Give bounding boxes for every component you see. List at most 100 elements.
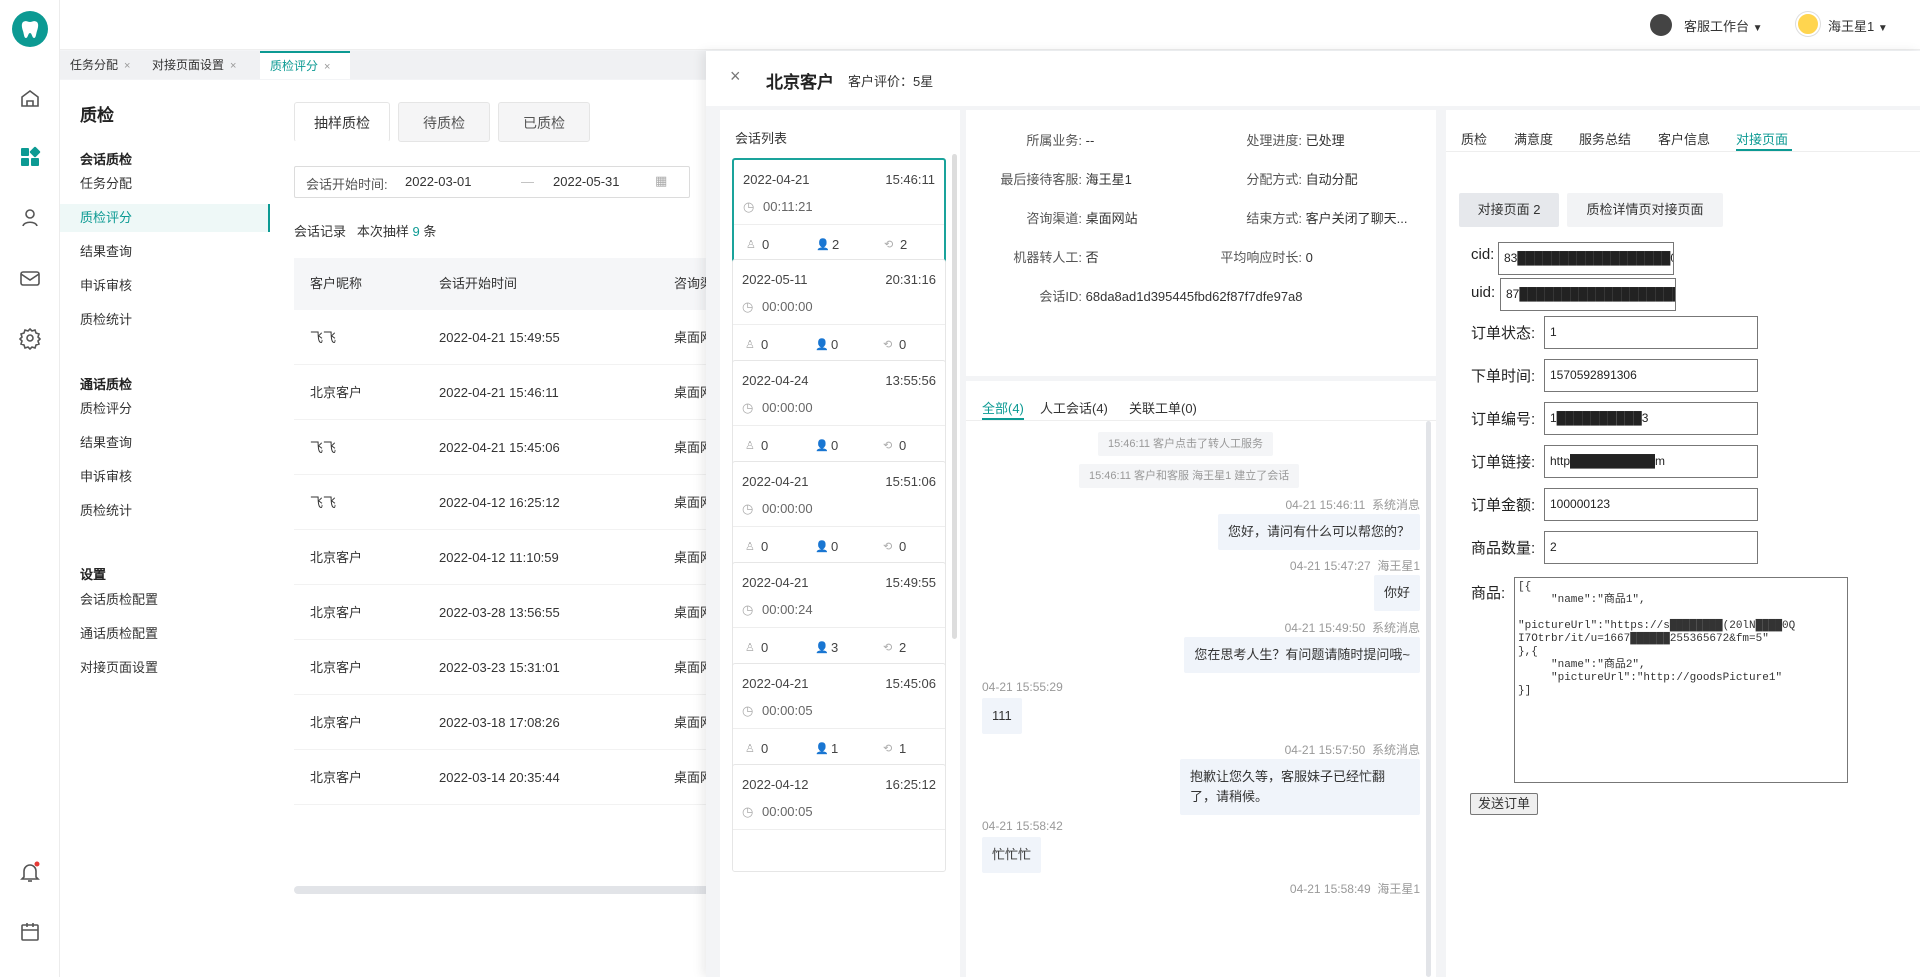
chat-tab-tickets[interactable]: 关联工单(0) xyxy=(1129,398,1197,417)
divider xyxy=(733,728,945,729)
tab-quality[interactable]: 质检 xyxy=(1461,129,1487,148)
session-date: 2022-04-21 xyxy=(742,676,809,691)
order-time-field[interactable]: 1570592891306 xyxy=(1544,359,1758,392)
date-range-picker[interactable]: 会话开始时间: 2022-03-01 — 2022-05-31 ▦ xyxy=(294,166,690,198)
page-tab-task[interactable]: 任务分配 × xyxy=(60,51,141,79)
cell-nickname: 北京客户 xyxy=(310,605,363,620)
table-row[interactable]: 飞飞 2022-04-21 15:45:06 桌面网 xyxy=(294,420,713,475)
count-agent: 2 xyxy=(832,237,840,252)
table-row[interactable]: 飞飞 2022-04-12 16:25:12 桌面网 xyxy=(294,475,713,530)
col-start-time: 会话开始时间 xyxy=(439,276,518,291)
date-separator: — xyxy=(521,174,534,189)
home-icon[interactable] xyxy=(18,86,42,110)
tab-sample[interactable]: 抽样质检 xyxy=(294,102,390,142)
msg-time: 04-21 15:55:29 xyxy=(982,680,1063,694)
calendar-icon[interactable] xyxy=(18,920,42,944)
progress-value: 已处理 xyxy=(1305,133,1345,148)
tab-done[interactable]: 已质检 xyxy=(498,102,590,142)
main-content: 抽样质检 待质检 已质检 会话开始时间: 2022-03-01 — 2022-0… xyxy=(270,80,713,977)
transfer-icon: ⟲ xyxy=(883,642,893,654)
goods-qty-field[interactable]: 2 xyxy=(1544,531,1758,564)
close-icon[interactable]: × xyxy=(730,66,741,87)
order-status-field[interactable]: 1 xyxy=(1544,316,1758,349)
table-row[interactable]: 北京客户 2022-03-18 17:08:26 桌面网 xyxy=(294,695,713,750)
menu-item-task[interactable]: 任务分配 xyxy=(80,170,270,198)
session-card[interactable]: 2022-05-11 20:31:16 ◷ 00:00:00 ♙ 👤 ⟲ 0 0 0 xyxy=(732,259,946,367)
user-menu[interactable]: 海王星1 ▼ xyxy=(1828,16,1888,35)
menu-item-call-appeal[interactable]: 申诉审核 xyxy=(80,463,270,491)
table-row[interactable]: 北京客户 2022-04-21 15:46:11 桌面网 xyxy=(294,365,713,420)
order-link-label: 订单链接: xyxy=(1471,454,1536,471)
order-link-field[interactable]: http██████████m xyxy=(1544,445,1758,478)
detail-page-button[interactable]: 质检详情页对接页面 xyxy=(1567,193,1723,227)
session-time: 15:45:06 xyxy=(885,676,936,691)
menu-item-call-result[interactable]: 结果查询 xyxy=(80,429,270,457)
msg-sender: 系统消息 xyxy=(1371,743,1420,757)
table-row[interactable]: 北京客户 2022-03-28 13:56:55 桌面网 xyxy=(294,585,713,640)
list-scrollbar[interactable] xyxy=(952,154,957,639)
app-logo[interactable] xyxy=(12,11,48,47)
bell-icon[interactable] xyxy=(18,860,42,884)
menu-item-quality-score[interactable]: 质检评分 xyxy=(60,204,270,232)
table-row[interactable]: 北京客户 2022-04-12 11:10:59 桌面网 xyxy=(294,530,713,585)
tab-pending[interactable]: 待质检 xyxy=(398,102,490,142)
order-no-field[interactable]: 1██████████3 xyxy=(1544,402,1758,435)
workspace-menu[interactable]: 客服工作台 ▼ xyxy=(1684,16,1763,35)
goods-textarea[interactable]: [{ "name":"商品1", "pictureUrl":"https://s… xyxy=(1514,577,1848,783)
page-tab-page-settings[interactable]: 对接页面设置 × xyxy=(142,51,259,79)
uid-field[interactable]: 87████████████████████be00 xyxy=(1500,278,1676,311)
resp-value: 0 xyxy=(1305,250,1313,265)
settings-icon[interactable] xyxy=(18,326,42,351)
session-card[interactable]: 2022-04-12 16:25:12 ◷ 00:00:05 xyxy=(732,764,946,872)
calendar-icon[interactable]: ▦ xyxy=(655,173,667,189)
session-time: 16:25:12 xyxy=(885,777,936,792)
menu-item-appeal[interactable]: 申诉审核 xyxy=(80,272,270,300)
tab-summary[interactable]: 服务总结 xyxy=(1579,129,1631,148)
close-icon[interactable]: × xyxy=(230,60,236,72)
session-card[interactable]: 2022-04-21 15:45:06 ◷ 00:00:05 ♙ 👤 ⟲ 0 1 1 xyxy=(732,663,946,771)
table-row[interactable]: 北京客户 2022-03-23 15:31:01 桌面网 xyxy=(294,640,713,695)
menu-item-page-settings[interactable]: 对接页面设置 xyxy=(80,654,270,682)
mail-icon[interactable] xyxy=(18,266,42,290)
session-card[interactable]: 2022-04-21 15:49:55 ◷ 00:00:24 ♙ 👤 ⟲ 0 3 2 xyxy=(732,562,946,670)
user-icon[interactable] xyxy=(18,206,42,230)
connect-page-2-button[interactable]: 对接页面 2 xyxy=(1459,193,1559,227)
order-amount-field[interactable]: 100000123 xyxy=(1544,488,1758,521)
person-icon: 👤 xyxy=(815,541,829,553)
date-start[interactable]: 2022-03-01 xyxy=(405,174,472,189)
tab-connect-page[interactable]: 对接页面 xyxy=(1736,129,1788,148)
menu-item-result[interactable]: 结果查询 xyxy=(80,238,270,266)
robot-icon: ♙ xyxy=(745,440,755,452)
send-order-button[interactable]: 发送订单 xyxy=(1470,793,1538,815)
chat-tab-manual[interactable]: 人工会话(4) xyxy=(1040,398,1108,417)
menu-item-call-stats[interactable]: 质检统计 xyxy=(80,497,270,525)
close-icon[interactable]: × xyxy=(324,61,330,73)
divider xyxy=(733,526,945,527)
end-value: 客户关闭了聊天... xyxy=(1305,211,1408,226)
horizontal-scrollbar[interactable] xyxy=(294,886,710,894)
transfer-icon: ⟲ xyxy=(883,440,893,452)
menu-item-session-config[interactable]: 会话质检配置 xyxy=(80,586,270,614)
menu-item-call-config[interactable]: 通话质检配置 xyxy=(80,620,270,648)
date-label: 会话开始时间: xyxy=(306,177,388,192)
close-icon[interactable]: × xyxy=(124,60,130,72)
menu-item-call-score[interactable]: 质检评分 xyxy=(80,395,270,423)
menu-item-stats[interactable]: 质检统计 xyxy=(80,306,270,334)
session-card[interactable]: 2022-04-24 13:55:56 ◷ 00:00:00 ♙ 👤 ⟲ 0 0 0 xyxy=(732,360,946,468)
dashboard-icon[interactable] xyxy=(18,145,42,169)
date-end[interactable]: 2022-05-31 xyxy=(553,174,620,189)
tab-customer-info[interactable]: 客户信息 xyxy=(1658,129,1710,148)
table-row[interactable]: 北京客户 2022-03-14 20:35:44 桌面网 xyxy=(294,750,713,805)
chat-scrollbar[interactable] xyxy=(1426,421,1431,977)
tab-satisfaction[interactable]: 满意度 xyxy=(1514,129,1553,148)
session-card[interactable]: 2022-04-21 15:46:11 ◷ 00:11:21 ♙ 👤 ⟲ 0 2 2 xyxy=(732,158,946,266)
session-card[interactable]: 2022-04-21 15:51:06 ◷ 00:00:00 ♙ 👤 ⟲ 0 0 0 xyxy=(732,461,946,569)
avatar[interactable] xyxy=(1796,12,1820,36)
chat-tab-all[interactable]: 全部(4) xyxy=(982,398,1024,417)
session-detail-drawer: × 北京客户 客户评价：5星 会话列表 2022-04-21 15:46:11 ◷ 0… xyxy=(706,51,1920,977)
table-row[interactable]: 飞飞 2022-04-21 15:49:55 桌面网 xyxy=(294,310,713,365)
page-tab-quality-score[interactable]: 质检评分 × xyxy=(260,51,350,79)
app-rail xyxy=(0,0,60,977)
cid-field[interactable]: 83██████████████████027c8 xyxy=(1498,242,1674,275)
cell-nickname: 飞飞 xyxy=(310,495,337,510)
